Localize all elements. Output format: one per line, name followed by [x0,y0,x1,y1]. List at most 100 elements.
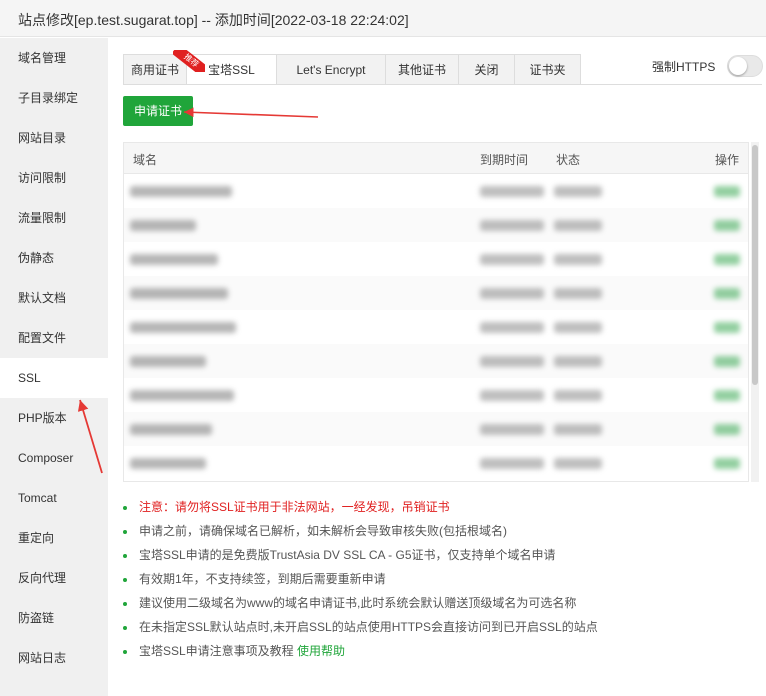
table-row [124,378,748,412]
note-text: 有效期1年，不支持续签，到期后需要重新申请 [139,572,386,586]
recommend-badge-label: 推荐 [173,50,205,72]
redacted-status [554,390,602,401]
table-row [124,208,748,242]
table-row [124,174,748,208]
sidebar-item-rewrite[interactable]: 伪静态 [0,238,108,278]
force-https-toggle[interactable] [727,55,763,77]
table-row [124,310,748,344]
tab-close[interactable]: 关闭 [458,54,515,85]
redacted-action[interactable] [714,424,740,435]
bullet-icon [123,530,127,534]
scrollbar-thumb[interactable] [752,145,758,385]
redacted-expire [480,186,544,197]
redacted-action[interactable] [714,356,740,367]
sidebar-item-hotlink-protection[interactable]: 防盗链 [0,598,108,638]
sidebar-item-redirect[interactable]: 重定向 [0,518,108,558]
table-row [124,344,748,378]
tab-lets-encrypt[interactable]: Let's Encrypt [276,54,386,85]
recommend-badge: 推荐 [173,50,205,72]
note-text: 宝塔SSL申请的是免费版TrustAsia DV SSL CA - G5证书，仅… [139,548,556,562]
note-item-help: 宝塔SSL申请注意事项及教程 使用帮助 [123,643,598,667]
redacted-action[interactable] [714,220,740,231]
sidebar-item-site-logs[interactable]: 网站日志 [0,638,108,678]
sidebar-item-ssl[interactable]: SSL [0,358,108,398]
redacted-status [554,424,602,435]
note-item: 建议使用二级域名为www的域名申请证书,此时系统会默认赠送顶级域名为可选名称 [123,595,598,619]
tab-underline [123,84,762,85]
sidebar-item-site-directory[interactable]: 网站目录 [0,118,108,158]
redacted-action[interactable] [714,254,740,265]
redacted-domain [130,356,206,367]
redacted-expire [480,390,544,401]
redacted-expire [480,458,544,469]
redacted-action[interactable] [714,458,740,469]
sidebar-item-tomcat[interactable]: Tomcat [0,478,108,518]
table-row [124,446,748,480]
help-link[interactable]: 使用帮助 [297,644,345,658]
ssl-notes: 注意：请勿将SSL证书用于非法网站，一经发现，吊销证书 申请之前，请确保域名已解… [123,499,598,667]
redacted-status [554,254,602,265]
force-https-label: 强制HTTPS [652,60,716,74]
note-text: 宝塔SSL申请注意事项及教程 [139,644,294,658]
redacted-domain [130,220,196,231]
redacted-domain [130,458,206,469]
table-header: 域名 到期时间 状态 操作 [124,143,748,174]
sidebar-item-default-doc[interactable]: 默认文档 [0,278,108,318]
certificate-table: 域名 到期时间 状态 操作 [123,142,749,482]
redacted-domain [130,186,232,197]
note-item: 有效期1年，不支持续签，到期后需要重新申请 [123,571,598,595]
window-titlebar: 站点修改[ep.test.sugarat.top] -- 添加时间[2022-0… [0,0,766,37]
table-row [124,412,748,446]
redacted-domain [130,288,228,299]
redacted-status [554,356,602,367]
redacted-expire [480,424,544,435]
redacted-expire [480,322,544,333]
table-row [124,242,748,276]
note-text: 注意：请勿将SSL证书用于非法网站，一经发现，吊销证书 [139,500,450,514]
sidebar: 域名管理 子目录绑定 网站目录 访问限制 流量限制 伪静态 默认文档 配置文件 … [0,38,108,696]
note-text: 建议使用二级域名为www的域名申请证书,此时系统会默认赠送顶级域名为可选名称 [139,596,577,610]
sidebar-item-composer[interactable]: Composer [0,438,108,478]
tab-cert-folder[interactable]: 证书夹 [514,54,581,85]
sidebar-item-config-file[interactable]: 配置文件 [0,318,108,358]
note-item-warning: 注意：请勿将SSL证书用于非法网站，一经发现，吊销证书 [123,499,598,523]
bullet-icon [123,554,127,558]
sidebar-item-subdir-binding[interactable]: 子目录绑定 [0,78,108,118]
redacted-expire [480,288,544,299]
sidebar-item-reverse-proxy[interactable]: 反向代理 [0,558,108,598]
redacted-expire [480,356,544,367]
note-text: 申请之前，请确保域名已解析，如未解析会导致审核失败(包括根域名) [139,524,507,538]
note-text: 在未指定SSL默认站点时,未开启SSL的站点使用HTTPS会直接访问到已开启SS… [139,620,598,634]
redacted-domain [130,390,234,401]
sidebar-item-traffic-limit[interactable]: 流量限制 [0,198,108,238]
apply-certificate-button[interactable]: 申请证书 [123,96,193,126]
sidebar-item-domains[interactable]: 域名管理 [0,38,108,78]
redacted-status [554,322,602,333]
note-item: 在未指定SSL默认站点时,未开启SSL的站点使用HTTPS会直接访问到已开启SS… [123,619,598,643]
note-item: 申请之前，请确保域名已解析，如未解析会导致审核失败(包括根域名) [123,523,598,547]
redacted-action[interactable] [714,322,740,333]
sidebar-item-access-limit[interactable]: 访问限制 [0,158,108,198]
toggle-knob [729,57,747,75]
sidebar-item-php-version[interactable]: PHP版本 [0,398,108,438]
redacted-status [554,458,602,469]
tab-other-cert[interactable]: 其他证书 [385,54,459,85]
redacted-action[interactable] [714,288,740,299]
window-title: 站点修改[ep.test.sugarat.top] -- 添加时间[2022-0… [18,12,409,28]
annotation-arrow-apply [183,107,319,118]
bullet-icon [123,650,127,654]
redacted-status [554,288,602,299]
column-header-expire: 到期时间 [480,153,529,167]
redacted-action[interactable] [714,390,740,401]
column-header-domain: 域名 [133,153,158,167]
table-scrollbar[interactable] [751,142,759,482]
redacted-action[interactable] [714,186,740,197]
redacted-domain [130,322,236,333]
redacted-domain [130,254,218,265]
bullet-icon [123,626,127,630]
redacted-status [554,186,602,197]
redacted-status [554,220,602,231]
bullet-icon [123,602,127,606]
redacted-expire [480,254,544,265]
bullet-icon [123,578,127,582]
